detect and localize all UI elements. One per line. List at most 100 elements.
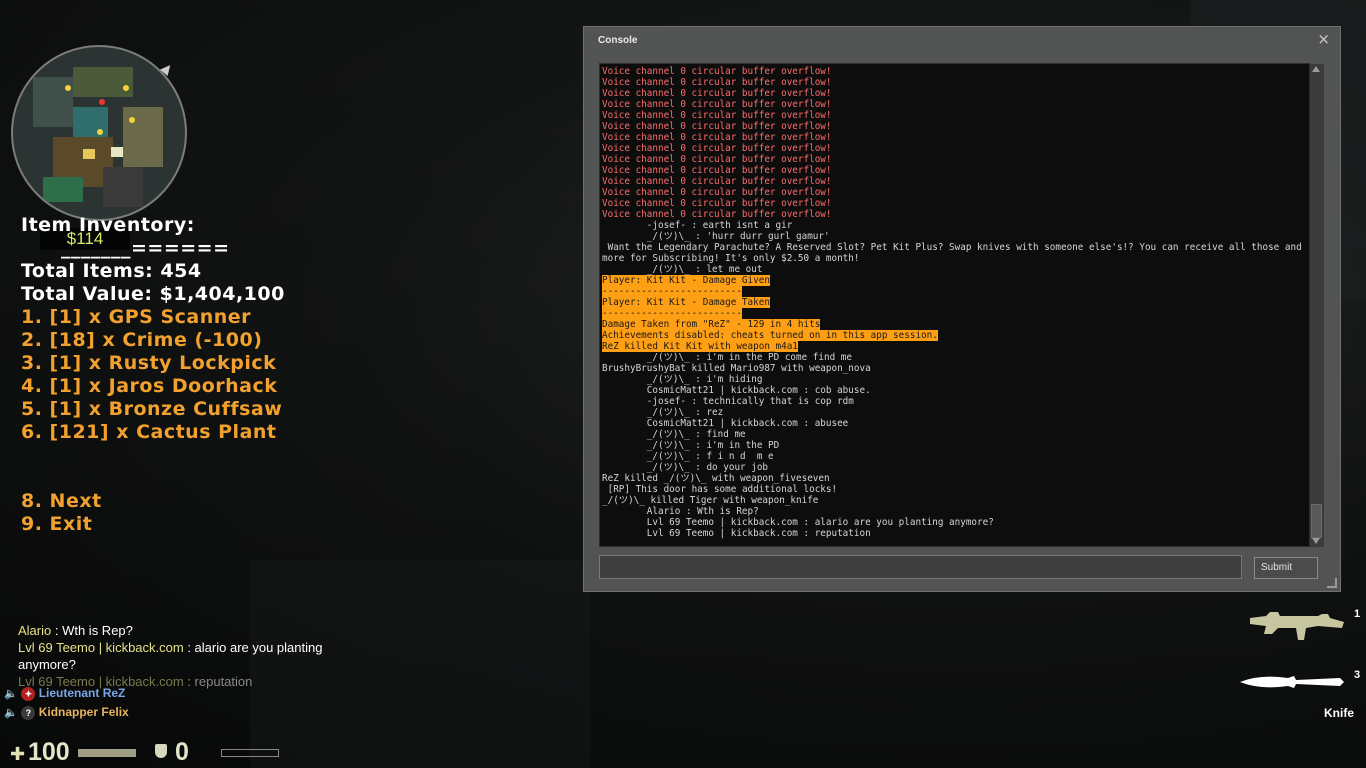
rank-badge-icon: ✦ [21,686,36,701]
console-input[interactable] [599,555,1242,579]
console-line: Voice channel 0 circular buffer overflow… [602,88,1307,99]
inventory-exit-option[interactable]: 9. Exit [21,513,285,536]
console-line-text: Lvl 69 Teemo | kickback.com : alario are… [602,517,994,528]
console-line: _/(ツ)\_ killed Tiger with weapon_knife [602,495,1307,506]
console-line: Damage Taken from "ReZ" - 129 in 4 hits [602,319,1307,330]
console-line-text: _/(ツ)\_ : f i n d m e [602,451,774,462]
console-line: _/(ツ)\_ : let me out [602,264,1307,275]
close-icon[interactable]: × [1317,30,1330,48]
console-line-text: Damage Taken from "ReZ" - 129 in 4 hits [602,319,821,330]
console-line-text: Voice channel 0 circular buffer overflow… [602,165,832,176]
console-line-text: Want the Legendary Parachute? A Reserved… [602,242,1308,264]
inventory-item[interactable]: 5. [1] x Bronze Cuffsaw [21,398,285,421]
speaker-icon: 🔈 [4,707,18,719]
console-line-text: Voice channel 0 circular buffer overflow… [602,143,832,154]
console-line-text: Player: Kit Kit - Damage Given [602,275,770,286]
console-line-text: Voice channel 0 circular buffer overflow… [602,66,832,77]
console-line: Voice channel 0 circular buffer overflow… [602,66,1307,77]
console-line-text: Player: Kit Kit - Damage Taken [602,297,770,308]
console-line: BrushyBrushyBat killed Mario987 with wea… [602,363,1307,374]
console-line: _/(ツ)\_ : f i n d m e [602,451,1307,462]
console-line-text: Alario : Wth is Rep? [602,506,759,517]
armor-bar [221,749,279,757]
health-value: 100 [28,738,70,766]
console-line-text: Voice channel 0 circular buffer overflow… [602,110,832,121]
speaker-icon: 🔈 [4,688,18,700]
inventory-item[interactable]: 3. [1] x Rusty Lockpick [21,352,285,375]
inventory-divider: _______====== [61,237,230,259]
console-line: _/(ツ)\_ : i'm hiding [602,374,1307,385]
console-line: _/(ツ)\_ : i'm in the PD [602,440,1307,451]
scroll-thumb[interactable] [1311,504,1322,538]
scroll-up-icon[interactable] [1312,66,1320,72]
console-line-text: Voice channel 0 circular buffer overflow… [602,176,832,187]
console-line: Voice channel 0 circular buffer overflow… [602,99,1307,110]
inventory-total-value: Total Value: $1,404,100 [21,283,285,305]
console-line-text: Achievements disabled: cheats turned on … [602,330,938,341]
weapon-slot-number: 3 [1354,669,1361,681]
knife-icon [1240,676,1344,688]
armor-value: 0 [175,738,189,766]
console-line-text: _/(ツ)\_ killed Tiger with weapon_knife [602,495,819,506]
inventory-next-option[interactable]: 8. Next [21,490,285,513]
console-line: -josef- : earth isnt a gir [602,220,1307,231]
console-line-text: Voice channel 0 circular buffer overflow… [602,132,832,143]
inventory-item[interactable]: 1. [1] x GPS Scanner [21,306,285,329]
inventory-total-items: Total Items: 454 [21,260,202,282]
console-line: ReZ killed Kit Kit with weapon_m4a1 [602,341,1307,352]
submit-button[interactable]: Submit [1254,557,1318,579]
console-line: ------------------------- [602,286,1307,297]
weapon-slot-number: 1 [1354,608,1361,620]
console-line-text: _/(ツ)\_ : i'm in the PD come find me [602,352,852,363]
console-title: Console [598,35,638,46]
console-line: Lvl 69 Teemo | kickback.com : reputation [602,528,1307,539]
scroll-down-icon[interactable] [1312,538,1320,544]
console-line: _/(ツ)\_ : do your job [602,462,1307,473]
inventory-title: Item Inventory: [21,214,195,236]
inventory-menu: Item Inventory: _______====== Total Item… [21,214,285,536]
console-line: Achievements disabled: cheats turned on … [602,330,1307,341]
voice-speaker-name: Lieutenant ReZ [38,686,126,700]
console-line: _/(ツ)\_ : i'm in the PD come find me [602,352,1307,363]
console-line-text: Voice channel 0 circular buffer overflow… [602,77,832,88]
console-line: Voice channel 0 circular buffer overflow… [602,121,1307,132]
console-line: Player: Kit Kit - Damage Given [602,275,1307,286]
console-line-text: CosmicMatt21 | kickback.com : abusee [602,418,849,429]
inventory-item[interactable]: 4. [1] x Jaros Doorhack [21,375,285,398]
voice-speaker-name: Kidnapper Felix [38,705,129,719]
console-line: Voice channel 0 circular buffer overflow… [602,209,1307,220]
console-line: Voice channel 0 circular buffer overflow… [602,154,1307,165]
console-line: Voice channel 0 circular buffer overflow… [602,165,1307,176]
console-line: [RP] This door has some additional locks… [602,484,1307,495]
inventory-item[interactable]: 6. [121] x Cactus Plant [21,421,285,444]
rifle-icon [1250,612,1344,640]
console-line: Voice channel 0 circular buffer overflow… [602,110,1307,121]
unknown-rank-icon: ? [21,705,36,720]
console-line-text: Voice channel 0 circular buffer overflow… [602,154,832,165]
console-line-text: -josef- : earth isnt a gir [602,220,793,231]
console-line: Alario : Wth is Rep? [602,506,1307,517]
console-line: ------------------------- [602,308,1307,319]
chat-sender: Alario [18,623,52,638]
chat-sender: Lvl 69 Teemo | kickback.com [18,640,184,655]
minimap [11,45,187,221]
console-line: Lvl 69 Teemo | kickback.com : alario are… [602,517,1307,528]
health-bar [78,749,136,757]
resize-grip-icon[interactable] [1327,578,1337,588]
console-line-text: _/(ツ)\_ : find me [602,429,746,440]
console-line: Voice channel 0 circular buffer overflow… [602,176,1307,187]
console-line-text: CosmicMatt21 | kickback.com : cob abuse. [602,385,871,396]
console-line-text: Lvl 69 Teemo | kickback.com : reputation [602,528,871,539]
console-scrollbar[interactable] [1310,64,1324,547]
console-line: CosmicMatt21 | kickback.com : cob abuse. [602,385,1307,396]
console-line: Player: Kit Kit - Damage Taken [602,297,1307,308]
armor-shield-icon [155,744,167,758]
console-line: _/(ツ)\_ : 'hurr durr gurl gamur' [602,231,1307,242]
chat-text: : reputation [183,674,253,689]
console-line: Voice channel 0 circular buffer overflow… [602,77,1307,88]
console-line-text: Voice channel 0 circular buffer overflow… [602,209,832,220]
inventory-item[interactable]: 2. [18] x Crime (-100) [21,329,285,352]
console-line: _/(ツ)\_ : find me [602,429,1307,440]
console-log[interactable]: Voice channel 0 circular buffer overflow… [599,63,1310,547]
console-line-text: BrushyBrushyBat killed Mario987 with wea… [602,363,871,374]
